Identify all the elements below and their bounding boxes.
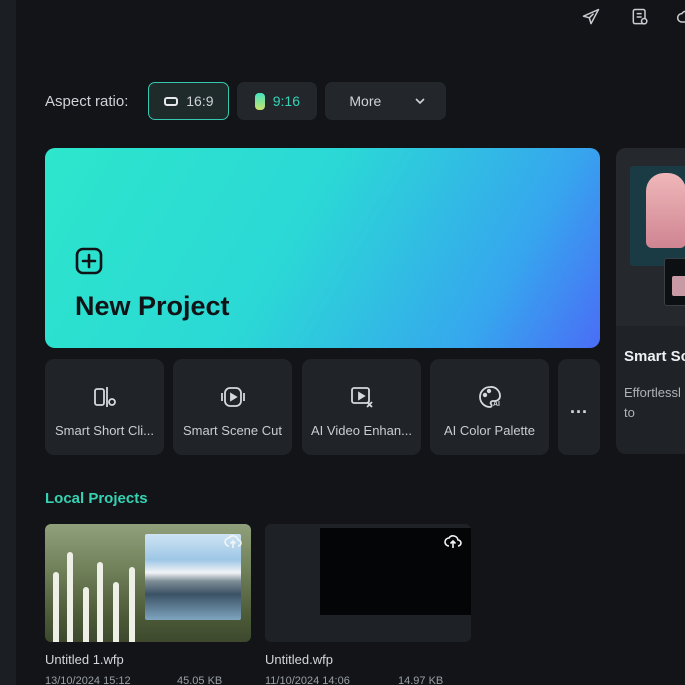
cloud-icon[interactable] <box>675 6 685 28</box>
smart-scene-cut-button[interactable]: Smart Scene Cut <box>173 359 292 455</box>
project-date: 11/10/2024 14:06 <box>265 675 350 685</box>
aspect-ratio-bar: Aspect ratio: 16:9 9:16 More <box>45 81 454 121</box>
tool-label: AI Video Enhan... <box>311 423 412 438</box>
new-project-label: New Project <box>75 291 230 321</box>
smart-scene-feature-card[interactable]: Smart Sc Effortlessl scenes to <box>616 148 685 454</box>
project-size: 14.97 KB <box>398 675 444 685</box>
feature-description: Effortlessl scenes to <box>624 385 685 420</box>
ai-video-enhance-button[interactable]: AI Video Enhan... <box>302 359 421 455</box>
smart-short-clips-button[interactable]: Smart Short Cli... <box>45 359 164 455</box>
app-window: Aspect ratio: 16:9 9:16 More New Project <box>0 0 685 685</box>
local-projects-heading: Local Projects <box>45 490 148 507</box>
plus-square-icon <box>75 247 103 275</box>
more-dots: ... <box>569 397 588 417</box>
project-thumbnail[interactable] <box>45 524 251 642</box>
feature-title: Smart Sc <box>624 348 685 365</box>
landscape-icon <box>164 96 179 106</box>
portrait-icon <box>254 92 265 110</box>
tool-label: Smart Scene Cut <box>183 423 282 438</box>
more-tools-button[interactable]: ... <box>558 359 600 455</box>
project-thumbnail[interactable] <box>265 524 471 642</box>
chevron-down-icon <box>415 98 425 105</box>
project-size: 45.05 KB <box>177 675 223 685</box>
more-ratios-dropdown[interactable]: More <box>325 82 447 120</box>
ratio-9-16-button[interactable]: 9:16 <box>237 82 318 120</box>
tool-label: AI Color Palette <box>443 423 536 438</box>
send-icon[interactable] <box>580 6 602 28</box>
ai-color-palette-button[interactable]: AI AI Color Palette <box>430 359 549 455</box>
tool-label: Smart Short Cli... <box>55 423 154 438</box>
feature-thumbnail <box>616 148 685 326</box>
video-enhance-icon <box>349 384 375 410</box>
new-project-card[interactable]: New Project <box>45 148 600 348</box>
left-sidebar <box>0 0 16 685</box>
project-name: Untitled.wfp <box>265 652 333 667</box>
more-label: More <box>349 93 382 109</box>
project-name: Untitled 1.wfp <box>45 652 124 667</box>
ratio-16-9-label: 16:9 <box>186 93 214 109</box>
scene-cut-icon <box>220 384 246 410</box>
ratio-9-16-label: 9:16 <box>272 93 300 109</box>
aspect-ratio-label: Aspect ratio: <box>45 92 129 110</box>
ratio-16-9-button[interactable]: 16:9 <box>148 82 230 120</box>
cloud-upload-icon[interactable] <box>223 531 243 551</box>
cloud-upload-icon[interactable] <box>443 531 463 551</box>
smart-short-clips-icon <box>92 384 118 410</box>
palette-ai-icon: AI <box>477 384 503 410</box>
task-list-icon[interactable] <box>629 6 651 28</box>
project-date: 13/10/2024 15:12 <box>45 675 131 685</box>
svg-text:AI: AI <box>493 401 500 408</box>
